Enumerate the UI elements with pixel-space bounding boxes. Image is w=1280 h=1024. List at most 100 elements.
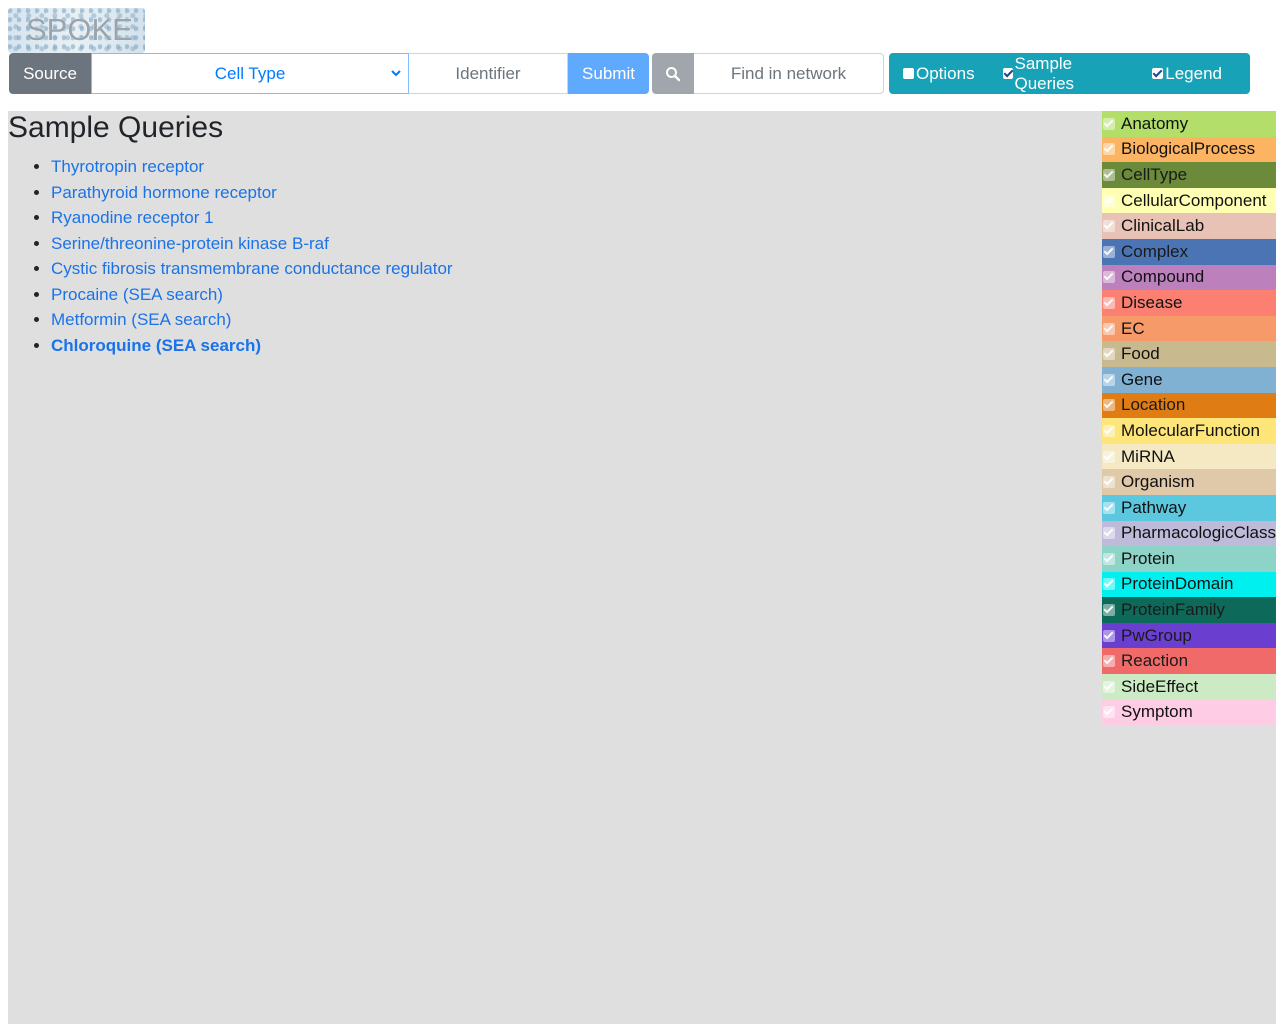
legend-checkbox[interactable] bbox=[1103, 143, 1115, 156]
node-type-value: Cell Type bbox=[214, 63, 286, 83]
legend-item-compound[interactable]: Compound bbox=[1102, 264, 1276, 291]
legend-item-label: MiRNA bbox=[1121, 446, 1175, 466]
legend-checkbox[interactable] bbox=[1103, 296, 1115, 309]
list-item: Procaine (SEA search) bbox=[51, 283, 453, 309]
legend-checkbox[interactable] bbox=[1103, 552, 1115, 565]
options-toggle[interactable]: Options bbox=[903, 64, 975, 84]
sample-queries-title: Sample Queries bbox=[8, 111, 224, 144]
legend-item-molecularfunction[interactable]: MolecularFunction bbox=[1102, 418, 1276, 444]
find-in-network-input[interactable]: Find in network bbox=[694, 53, 884, 94]
legend-checkbox[interactable] bbox=[1103, 245, 1115, 258]
sample-query-link[interactable]: Ryanodine receptor 1 bbox=[51, 208, 214, 227]
legend-item-label: Location bbox=[1121, 395, 1186, 415]
legend-item-label: ClinicalLab bbox=[1121, 216, 1205, 236]
network-canvas[interactable]: Sample Queries Thyrotropin receptor Para… bbox=[8, 111, 1276, 1024]
sample-queries-checkbox[interactable] bbox=[1002, 68, 1013, 79]
legend-checkbox[interactable] bbox=[1103, 501, 1115, 514]
options-checkbox[interactable] bbox=[903, 68, 914, 79]
sample-query-link[interactable]: Serine/threonine-protein kinase B-raf bbox=[51, 234, 329, 253]
list-item: Serine/threonine-protein kinase B-raf bbox=[51, 232, 453, 258]
find-bar: Find in network bbox=[652, 53, 884, 94]
legend-checkbox[interactable] bbox=[1103, 450, 1115, 463]
legend-checkbox[interactable] bbox=[1103, 399, 1115, 412]
legend-item-protein[interactable]: Protein bbox=[1102, 546, 1276, 572]
legend-checkbox[interactable] bbox=[1103, 527, 1115, 540]
search-button[interactable] bbox=[652, 53, 694, 94]
legend-checkbox[interactable] bbox=[1103, 604, 1115, 617]
list-item: Parathyroid hormone receptor bbox=[51, 181, 453, 207]
legend-item-label: Disease bbox=[1121, 292, 1183, 312]
sample-query-link[interactable]: Procaine (SEA search) bbox=[51, 285, 223, 304]
legend-checkbox[interactable] bbox=[1103, 194, 1115, 207]
legend-item-pwgroup[interactable]: PwGroup bbox=[1102, 622, 1276, 649]
legend-item-clinicallab[interactable]: ClinicalLab bbox=[1102, 213, 1276, 239]
sample-query-link[interactable]: Parathyroid hormone receptor bbox=[51, 183, 277, 202]
legend-checkbox[interactable] bbox=[1103, 373, 1115, 386]
legend-item-label: Complex bbox=[1121, 241, 1189, 261]
legend-item-ec[interactable]: EC bbox=[1102, 315, 1276, 342]
legend-item-symptom[interactable]: Symptom bbox=[1102, 699, 1276, 726]
sample-queries-list: Thyrotropin receptor Parathyroid hormone… bbox=[32, 155, 453, 359]
legend-checkbox[interactable] bbox=[1103, 680, 1115, 693]
legend-item-reaction[interactable]: Reaction bbox=[1102, 648, 1276, 675]
legend-checkbox[interactable] bbox=[1103, 629, 1115, 642]
legend-item-biologicalprocess[interactable]: BiologicalProcess bbox=[1102, 136, 1276, 163]
legend-checkbox[interactable] bbox=[1103, 271, 1115, 284]
legend-item-proteindomain[interactable]: ProteinDomain bbox=[1102, 571, 1276, 598]
node-type-select[interactable]: Cell Type bbox=[91, 53, 409, 94]
legend-item-label: BiologicalProcess bbox=[1121, 139, 1256, 159]
find-placeholder: Find in network bbox=[730, 63, 847, 83]
legend-item-label: SideEffect bbox=[1121, 676, 1199, 696]
legend-checkbox[interactable] bbox=[1103, 168, 1115, 181]
legend-item-pharmacologicclass[interactable]: PharmacologicClass bbox=[1102, 520, 1276, 547]
legend-item-organism[interactable]: Organism bbox=[1102, 469, 1276, 495]
legend-item-complex[interactable]: Complex bbox=[1102, 238, 1276, 265]
submit-button[interactable]: Submit bbox=[568, 53, 649, 94]
sample-queries-toggle[interactable]: Sample Queries bbox=[1002, 53, 1125, 94]
legend-item-location[interactable]: Location bbox=[1102, 392, 1276, 419]
node-type-legend: Anatomy BiologicalProcess CellType Cellular… bbox=[1102, 111, 1276, 726]
sample-query-link-active[interactable]: Chloroquine (SEA search) bbox=[51, 336, 261, 355]
legend-checkbox[interactable] bbox=[1103, 476, 1115, 489]
legend-checkbox[interactable] bbox=[1103, 655, 1115, 668]
legend-item-label: Pathway bbox=[1121, 497, 1187, 517]
legend-toggle[interactable]: Legend bbox=[1152, 64, 1222, 84]
legend-item-proteinfamily[interactable]: ProteinFamily bbox=[1102, 597, 1276, 623]
query-bar: Source Cell Type Identifier Submit bbox=[9, 53, 649, 94]
legend-checkbox[interactable] bbox=[1103, 220, 1115, 233]
list-item: Cystic fibrosis transmembrane conductanc… bbox=[51, 257, 453, 283]
identifier-input[interactable]: Identifier bbox=[409, 53, 568, 94]
legend-item-disease[interactable]: Disease bbox=[1102, 290, 1276, 316]
legend-item-sideeffect[interactable]: SideEffect bbox=[1102, 674, 1276, 700]
legend-item-gene[interactable]: Gene bbox=[1102, 366, 1276, 393]
logo-text: SPOKE bbox=[26, 12, 133, 47]
source-label: Source bbox=[9, 53, 91, 94]
sample-query-link[interactable]: Metformin (SEA search) bbox=[51, 310, 231, 329]
legend-checkbox[interactable] bbox=[1103, 578, 1115, 591]
legend-checkbox[interactable] bbox=[1103, 322, 1115, 335]
legend-checkbox[interactable] bbox=[1103, 348, 1115, 361]
legend-item-celltype[interactable]: CellType bbox=[1102, 162, 1276, 188]
legend-checkbox[interactable] bbox=[1103, 424, 1115, 437]
spoke-logo: SPOKE bbox=[8, 8, 145, 53]
legend-item-label: EC bbox=[1121, 318, 1145, 338]
legend-item-label: Gene bbox=[1121, 369, 1163, 389]
legend-checkbox[interactable] bbox=[1152, 68, 1164, 79]
legend-checkbox[interactable] bbox=[1103, 117, 1115, 130]
legend-label: Legend bbox=[1165, 63, 1222, 83]
legend-item-label: Reaction bbox=[1121, 651, 1189, 671]
sample-queries-label: Sample Queries bbox=[1014, 53, 1075, 93]
legend-item-mirna[interactable]: MiRNA bbox=[1102, 443, 1276, 470]
sample-query-link[interactable]: Cystic fibrosis transmembrane conductanc… bbox=[51, 259, 453, 278]
options-label: Options bbox=[916, 63, 975, 83]
list-item: Chloroquine (SEA search) bbox=[51, 334, 453, 360]
legend-item-pathway[interactable]: Pathway bbox=[1102, 494, 1276, 521]
legend-item-label: Food bbox=[1121, 344, 1160, 364]
legend-item-cellularcomponent[interactable]: CellularComponent bbox=[1102, 187, 1276, 214]
legend-item-anatomy[interactable]: Anatomy bbox=[1102, 111, 1276, 137]
legend-checkbox[interactable] bbox=[1103, 706, 1115, 719]
legend-item-label: MolecularFunction bbox=[1121, 420, 1260, 440]
sample-query-link[interactable]: Thyrotropin receptor bbox=[51, 157, 204, 176]
list-item: Thyrotropin receptor bbox=[51, 155, 453, 181]
legend-item-food[interactable]: Food bbox=[1102, 341, 1276, 367]
